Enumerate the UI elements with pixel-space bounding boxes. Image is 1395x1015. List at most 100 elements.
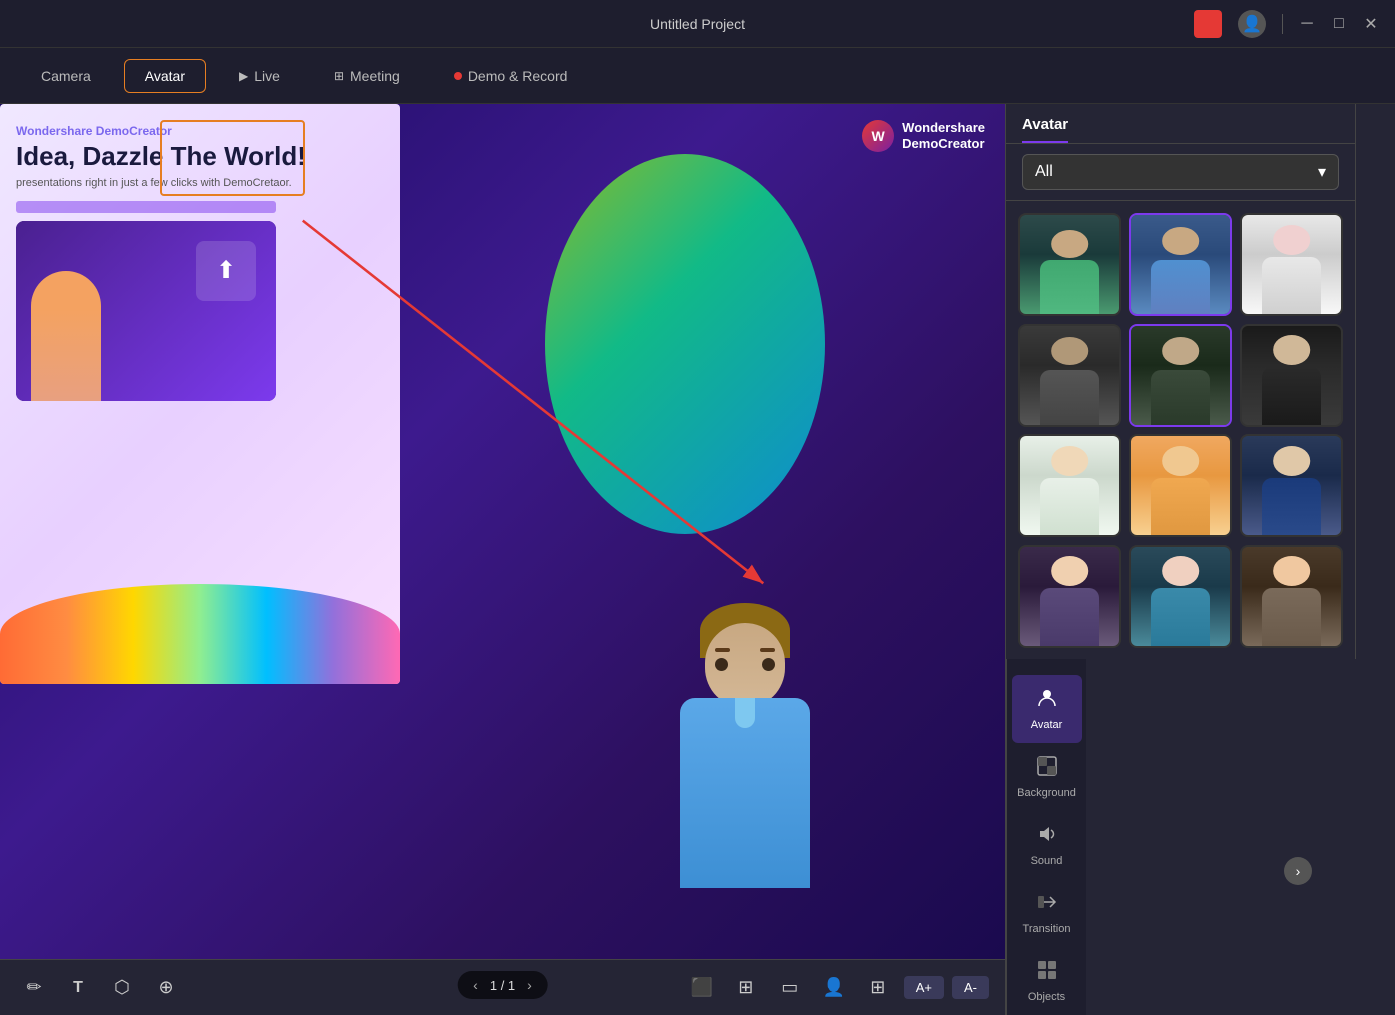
toolbar-right: ⬛ ⊞ ▭ 👤 ⊞ A+ A- xyxy=(684,970,989,1006)
objects-icon-label: Objects xyxy=(1028,991,1065,1003)
objects-icon xyxy=(1036,959,1058,987)
avatar-card-8[interactable] xyxy=(1129,434,1232,537)
avatar-card-9[interactable] xyxy=(1240,434,1343,537)
logo-circle: W xyxy=(862,120,894,152)
canvas-area: W Wondershare DemoCreator Wondershare De… xyxy=(0,104,1005,1015)
stamp-tool-button[interactable]: ⊕ xyxy=(148,970,184,1006)
circle-decoration xyxy=(545,154,825,534)
slide-panel: Wondershare DemoCreator Idea, Dazzle The… xyxy=(0,104,400,684)
avatar-figure-12 xyxy=(1242,547,1341,646)
avatar-card-11[interactable] xyxy=(1129,545,1232,648)
separator xyxy=(1282,14,1283,34)
avatar-card-6[interactable] xyxy=(1240,324,1343,427)
main-layout: W Wondershare DemoCreator Wondershare De… xyxy=(0,104,1395,1015)
camera-tab[interactable]: Camera xyxy=(20,59,112,93)
canvas-content: W Wondershare DemoCreator Wondershare De… xyxy=(0,104,1005,959)
sidebar-item-avatar[interactable]: Avatar xyxy=(1012,675,1082,743)
page-prev-button[interactable]: ‹ xyxy=(473,977,478,993)
avatar-tab[interactable]: Avatar xyxy=(124,59,206,93)
layout2-button[interactable]: ⊞ xyxy=(728,970,764,1006)
avatar-figure-10 xyxy=(1020,547,1119,646)
sidebar-item-sound[interactable]: Sound xyxy=(1012,811,1082,879)
slide-brand: Wondershare DemoCreator xyxy=(16,124,384,138)
avatar-figure-5 xyxy=(1131,326,1230,425)
avatar-grid-panel: Avatar All ▾ xyxy=(1006,104,1356,659)
close-button[interactable]: ✕ xyxy=(1363,16,1379,32)
avatar-figure-7 xyxy=(1020,436,1119,535)
page-next-button[interactable]: › xyxy=(527,977,532,993)
person-icon: 👤 xyxy=(823,977,845,998)
sound-icon xyxy=(1036,823,1058,851)
stamp-icon: ⊕ xyxy=(158,977,173,998)
avatar-card-5[interactable] xyxy=(1129,324,1232,427)
title-bar-controls: 👤 ─ □ ✕ xyxy=(1194,10,1379,38)
draw-tool-button[interactable]: ✏ xyxy=(16,970,52,1006)
pagination: ‹ 1 / 1 › xyxy=(457,971,548,999)
layout3-button[interactable]: ▭ xyxy=(772,970,808,1006)
avatar-icon xyxy=(1036,687,1058,715)
layout1-icon: ⬛ xyxy=(691,977,713,998)
avatar-card-3[interactable] xyxy=(1240,213,1343,316)
person-button[interactable]: 👤 xyxy=(816,970,852,1006)
avatar-figure-6 xyxy=(1242,326,1341,425)
logo-text: Wondershare DemoCreator xyxy=(902,120,985,151)
avatar-icon-label: Avatar xyxy=(1031,719,1063,731)
group-button[interactable]: ⊞ xyxy=(860,970,896,1006)
slide-mockup-inner: ⬆ xyxy=(16,221,276,401)
text-tool-button[interactable]: T xyxy=(60,970,96,1006)
brand-logo: W Wondershare DemoCreator xyxy=(862,120,985,152)
font-increase-button[interactable]: A+ xyxy=(904,976,944,999)
side-icons-panel: Avatar Background xyxy=(1006,659,1086,1015)
chevron-down-icon: ▾ xyxy=(1318,162,1326,182)
minimize-button[interactable]: ─ xyxy=(1299,16,1315,32)
live-indicator xyxy=(454,72,462,80)
avatar-figure-3 xyxy=(1242,215,1341,314)
sidebar-item-background[interactable]: Background xyxy=(1012,743,1082,811)
avatar-card-2[interactable] xyxy=(1129,213,1232,316)
record-button[interactable] xyxy=(1194,10,1222,38)
right-panel: Avatar All ▾ xyxy=(1005,104,1395,1015)
demo-record-tab[interactable]: Demo & Record xyxy=(433,59,589,93)
scroll-more-button[interactable]: › xyxy=(1284,857,1312,885)
avatar-figure-8 xyxy=(1131,436,1230,535)
avatar-figure xyxy=(645,583,845,903)
avatar-figure-9 xyxy=(1242,436,1341,535)
text-icon: T xyxy=(73,979,83,997)
filter-label: All xyxy=(1035,163,1053,181)
avatar-grid xyxy=(1006,201,1355,659)
layout3-icon: ▭ xyxy=(781,977,798,998)
meeting-tab[interactable]: ⊞ Meeting xyxy=(313,59,421,93)
user-icon[interactable]: 👤 xyxy=(1238,10,1266,38)
avatar-figure-4 xyxy=(1020,326,1119,425)
slide-subtitle: presentations right in just a few clicks… xyxy=(16,177,384,189)
avatar-card-7[interactable] xyxy=(1018,434,1121,537)
layout2-icon: ⊞ xyxy=(738,977,753,998)
page-indicator: 1 / 1 xyxy=(490,978,515,993)
filter-dropdown[interactable]: All ▾ xyxy=(1022,154,1339,190)
font-decrease-button[interactable]: A- xyxy=(952,976,989,999)
avatar-figure-11 xyxy=(1131,547,1230,646)
slide-title: Idea, Dazzle The World! xyxy=(16,142,384,171)
avatar-card-12[interactable] xyxy=(1240,545,1343,648)
background-icon-label: Background xyxy=(1017,787,1076,799)
sidebar-item-transition[interactable]: Transition xyxy=(1012,879,1082,947)
draw-icon: ✏ xyxy=(26,977,41,998)
avatar-figure-1 xyxy=(1020,215,1119,314)
transition-icon xyxy=(1036,891,1058,919)
nav-bar: Camera Avatar ▶ Live ⊞ Meeting Demo & Re… xyxy=(0,48,1395,104)
avatar-card-4[interactable] xyxy=(1018,324,1121,427)
avatar-tab-label: Avatar xyxy=(1022,116,1068,143)
avatar-card-10[interactable] xyxy=(1018,545,1121,648)
maximize-button[interactable]: □ xyxy=(1331,16,1347,32)
live-tab[interactable]: ▶ Live xyxy=(218,59,301,93)
transition-icon-label: Transition xyxy=(1023,923,1071,935)
shape-tool-button[interactable]: ⬡ xyxy=(104,970,140,1006)
sound-icon-label: Sound xyxy=(1031,855,1063,867)
avatar-card-1[interactable] xyxy=(1018,213,1121,316)
layout1-button[interactable]: ⬛ xyxy=(684,970,720,1006)
app-title: Untitled Project xyxy=(650,16,745,32)
sidebar-item-objects[interactable]: Objects xyxy=(1012,947,1082,1015)
shape-icon: ⬡ xyxy=(114,977,130,998)
slide-mockup: ⬆ xyxy=(16,221,276,401)
avatar-figure-2 xyxy=(1131,215,1230,314)
